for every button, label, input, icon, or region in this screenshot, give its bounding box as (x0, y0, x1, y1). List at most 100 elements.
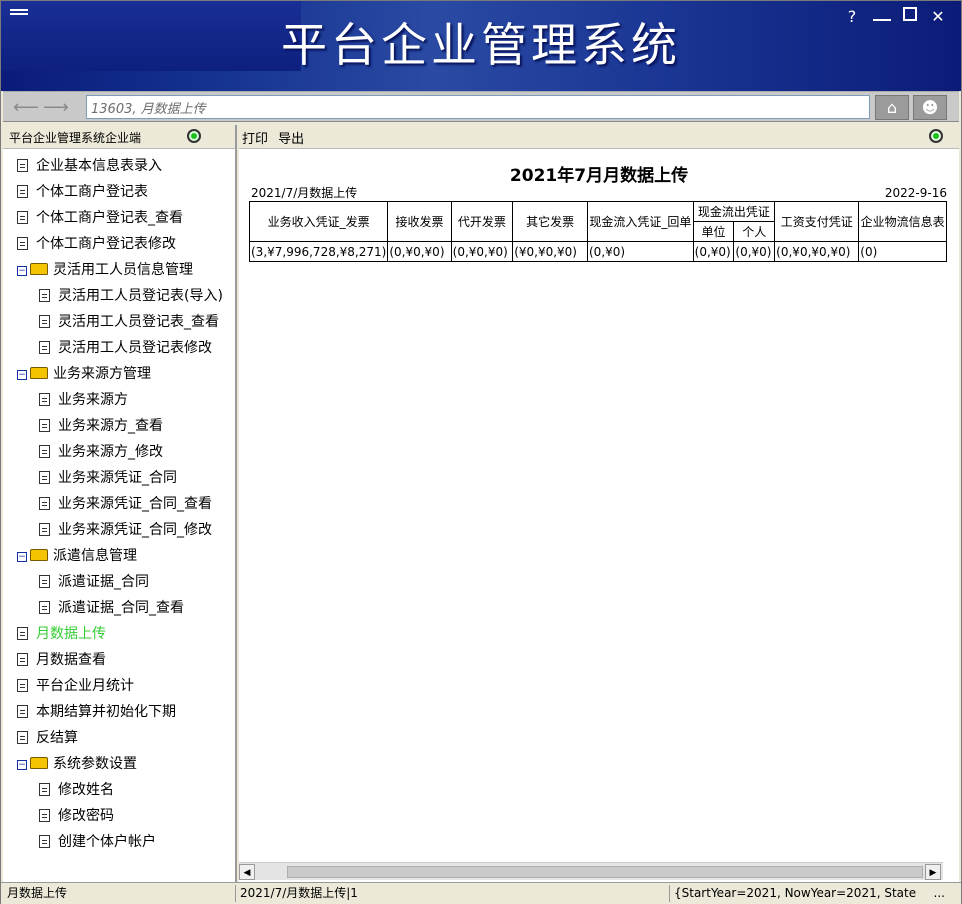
tree-item[interactable]: 个体工商户登记表修改 (3, 231, 235, 257)
collapse-toggle-icon[interactable]: − (17, 266, 27, 276)
tree-item-label: 月数据查看 (36, 652, 106, 668)
tree-item-label: 派遣证据_合同 (58, 574, 149, 590)
tree-item[interactable]: 业务来源方_查看 (3, 413, 235, 439)
table-row: (3,¥7,996,728,¥8,271) (0,¥0,¥0) (0,¥0,¥0… (248, 241, 947, 262)
tree-item[interactable]: 派遣证据_合同 (3, 569, 235, 595)
tree-item[interactable]: 灵活用工人员登记表(导入) (3, 283, 235, 309)
address-bar: ⟵ ⟶ 13603, 月数据上传 ⌂ ☻ (3, 91, 959, 122)
document-icon (39, 575, 50, 588)
document-icon (17, 679, 28, 692)
scroll-left-arrow-icon[interactable]: ◀ (239, 864, 255, 880)
table-cell: (0,¥0,¥0,¥0) (774, 241, 860, 262)
tree-item-label: 派遣证据_合同_查看 (58, 600, 184, 616)
tree-item[interactable]: 业务来源方_修改 (3, 439, 235, 465)
tree-item[interactable]: 业务来源凭证_合同_修改 (3, 517, 235, 543)
tree-item[interactable]: 月数据上传 (3, 621, 235, 647)
document-icon (39, 523, 50, 536)
tree-item-label: 业务来源方管理 (53, 366, 151, 382)
tree-item-label: 个体工商户登记表_查看 (36, 210, 183, 226)
report-status-indicator-icon (929, 129, 943, 143)
tree-item[interactable]: 派遣证据_合同_查看 (3, 595, 235, 621)
status-bar: 月数据上传 2021/7/月数据上传|1 {StartYear=2021, No… (1, 882, 961, 904)
report-date: 2022-9-16 (884, 186, 947, 200)
header-cash-outflow-personal: 个人 (733, 221, 776, 242)
home-button[interactable]: ⌂ (875, 95, 909, 120)
tree-item[interactable]: 修改姓名 (3, 777, 235, 803)
tree-item-label: 个体工商户登记表 (36, 184, 148, 200)
minimize-button[interactable] (873, 7, 891, 21)
document-icon (17, 185, 28, 198)
table-cell: (¥0,¥0,¥0) (512, 241, 588, 262)
tree-item[interactable]: 业务来源凭证_合同_查看 (3, 491, 235, 517)
tree-item-label: 业务来源方 (58, 392, 128, 408)
document-icon (39, 601, 50, 614)
tree-folder[interactable]: − 业务来源方管理 (3, 361, 235, 387)
user-face-icon: ☻ (921, 98, 939, 117)
document-icon (39, 471, 50, 484)
table-cell: (0,¥0,¥0) (450, 241, 514, 262)
header-received-invoice: 接收发票 (387, 201, 452, 242)
tree-item[interactable]: 灵活用工人员登记表修改 (3, 335, 235, 361)
header-salary: 工资支付凭证 (774, 201, 860, 242)
tree-item[interactable]: 灵活用工人员登记表_查看 (3, 309, 235, 335)
document-icon (39, 419, 50, 432)
scroll-thumb[interactable] (287, 866, 923, 878)
maximize-button[interactable] (903, 7, 917, 21)
content-panel: 打印 导出 2021年7月月数据上传 2021/7/月数据上传 2022-9-1… (239, 125, 959, 882)
tree-item[interactable]: 修改密码 (3, 803, 235, 829)
tree-item[interactable]: 本期结算并初始化下期 (3, 699, 235, 725)
collapse-toggle-icon[interactable]: − (17, 552, 27, 562)
table-cell: (0,¥0) (733, 241, 776, 262)
status-current-module: 月数据上传 (7, 886, 68, 900)
tree-folder[interactable]: − 派遣信息管理 (3, 543, 235, 569)
document-icon (17, 731, 28, 744)
navigation-header: 平台企业管理系统企业端 (3, 125, 235, 149)
document-icon (39, 341, 50, 354)
tree-item[interactable]: 创建个体户帐户 (3, 829, 235, 855)
tree-item[interactable]: 个体工商户登记表_查看 (3, 205, 235, 231)
scroll-right-arrow-icon[interactable]: ▶ (925, 864, 941, 880)
tree-item[interactable]: 平台企业月统计 (3, 673, 235, 699)
window-controls: ? ✕ (843, 7, 947, 26)
document-icon (17, 705, 28, 718)
forward-arrow-icon[interactable]: ⟶ (43, 97, 69, 118)
collapse-toggle-icon[interactable]: − (17, 370, 27, 380)
tree-folder[interactable]: − 系统参数设置 (3, 751, 235, 777)
report-subtitle: 2021/7/月数据上传 (251, 186, 358, 200)
document-icon (39, 497, 50, 510)
report-title: 2021年7月月数据上传 (509, 166, 689, 186)
status-indicator-icon (187, 129, 201, 143)
export-button[interactable]: 导出 (278, 132, 304, 147)
tree-item[interactable]: 个体工商户登记表 (3, 179, 235, 205)
tree-item-label: 业务来源凭证_合同 (58, 470, 177, 486)
table-cell: (0) (858, 241, 947, 262)
tree-item[interactable]: 业务来源凭证_合同 (3, 465, 235, 491)
tree-item[interactable]: 企业基本信息表录入 (3, 153, 235, 179)
close-button[interactable]: ✕ (929, 7, 947, 26)
user-button[interactable]: ☻ (913, 95, 947, 120)
tree-item-label: 系统参数设置 (53, 756, 137, 772)
document-icon (17, 237, 28, 250)
document-icon (39, 393, 50, 406)
app-title: 平台企业管理系统 (281, 18, 681, 72)
tree-folder[interactable]: − 灵活用工人员信息管理 (3, 257, 235, 283)
document-icon (39, 783, 50, 796)
folder-open-icon (30, 367, 48, 379)
print-button[interactable]: 打印 (242, 132, 268, 147)
tree-item-label: 灵活用工人员信息管理 (53, 262, 193, 278)
status-report-path: 2021/7/月数据上传|1 (235, 885, 667, 902)
header-cash-outflow: 现金流出凭证 (692, 201, 776, 222)
tree-item[interactable]: 业务来源方 (3, 387, 235, 413)
tree-item-label: 灵活用工人员登记表_查看 (58, 314, 219, 330)
tree-item[interactable]: 反结算 (3, 725, 235, 751)
report-area: 2021年7月月数据上传 2021/7/月数据上传 2022-9-16 业务收入… (239, 149, 959, 262)
title-banner: 平台企业管理系统 ? ✕ (1, 1, 961, 91)
horizontal-scrollbar[interactable]: ◀ ▶ (239, 862, 943, 880)
help-button[interactable]: ? (843, 7, 861, 26)
address-input[interactable]: 13603, 月数据上传 (86, 95, 870, 119)
tree-item-label: 业务来源凭证_合同_修改 (58, 522, 212, 538)
table-cell: (3,¥7,996,728,¥8,271) (248, 241, 389, 262)
tree-item[interactable]: 月数据查看 (3, 647, 235, 673)
collapse-toggle-icon[interactable]: − (17, 760, 27, 770)
back-arrow-icon[interactable]: ⟵ (13, 97, 39, 118)
